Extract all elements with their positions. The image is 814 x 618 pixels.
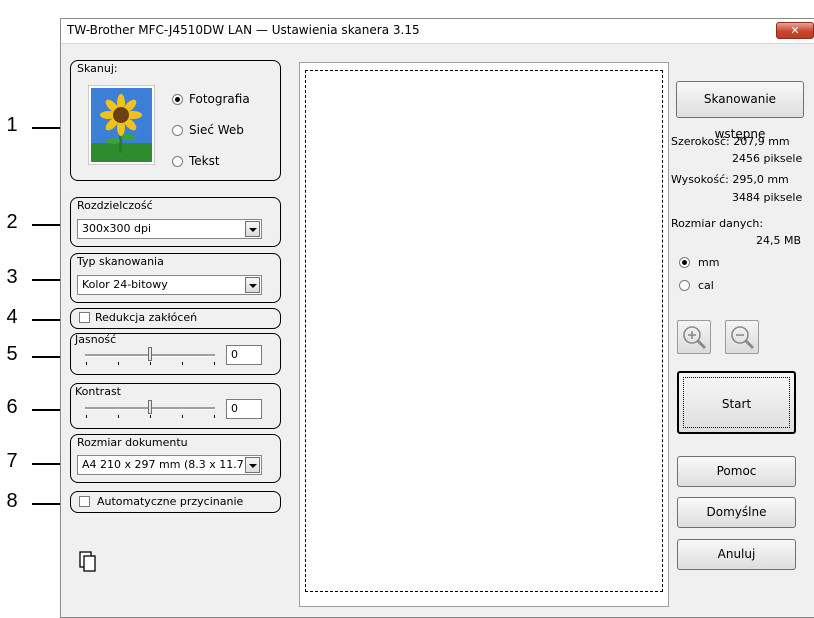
photo-scan-icon [88, 85, 155, 165]
unit-mm-label[interactable]: mm [698, 256, 719, 269]
radio-web[interactable] [172, 125, 183, 136]
contrast-value-input[interactable]: 0 [226, 399, 262, 419]
defaults-button[interactable]: Domyślne [677, 497, 796, 528]
contrast-tick [150, 415, 151, 418]
document-size-value: A4 210 x 297 mm (8.3 x 11.7 cali) [82, 458, 244, 471]
contrast-slider-thumb[interactable] [148, 400, 152, 414]
radio-photo-label[interactable]: Fotografia [189, 92, 250, 106]
scan-preview-area[interactable] [299, 62, 669, 607]
contrast-tick [118, 415, 119, 418]
zoom-out-button[interactable] [725, 320, 759, 354]
chevron-down-icon[interactable] [245, 457, 260, 473]
data-size-label: Rozmiar danych: [671, 217, 764, 230]
zoom-out-icon [731, 326, 755, 350]
callout-7: 7 [6, 450, 18, 472]
brightness-group: Jasność 0 [70, 333, 281, 375]
contrast-group: Kontrast 0 [70, 383, 281, 429]
scan-area-selection[interactable] [305, 70, 663, 592]
brightness-tick [182, 362, 183, 365]
callout-4: 4 [6, 306, 18, 328]
callout-3: 3 [6, 266, 18, 288]
height-pixels: 3484 piksele [732, 191, 803, 204]
scan-group-label: Skanuj: [77, 62, 118, 75]
radio-text[interactable] [172, 156, 183, 167]
scan-type-value: Kolor 24-bitowy [82, 278, 168, 291]
auto-crop-checkbox[interactable] [79, 496, 90, 507]
start-button[interactable]: Start [677, 371, 796, 434]
brightness-tick [86, 362, 87, 365]
unit-inch-label[interactable]: cal [698, 279, 714, 292]
auto-crop-label[interactable]: Automatyczne przycinanie [97, 495, 243, 508]
brightness-value: 0 [231, 348, 238, 361]
chevron-down-icon[interactable] [245, 221, 260, 237]
radio-web-label[interactable]: Sieć Web [189, 123, 244, 137]
radio-text-label[interactable]: Tekst [189, 154, 220, 168]
brightness-value-input[interactable]: 0 [226, 345, 262, 365]
scan-type-label: Typ skanowania [77, 255, 164, 268]
auto-crop-group: Automatyczne przycinanie [70, 491, 281, 513]
start-label: Start [721, 397, 752, 411]
callout-1: 1 [6, 114, 18, 136]
help-button[interactable]: Pomoc [677, 456, 796, 487]
noise-reduction-group: Redukcja zakłóceń [70, 308, 281, 329]
scan-type-group: Typ skanowania Kolor 24-bitowy [70, 253, 281, 303]
resolution-group: Rozdzielczość 300x300 dpi [70, 197, 281, 247]
height-info: Wysokość: 295,0 mm [671, 173, 789, 186]
contrast-tick [182, 415, 183, 418]
brightness-tick [150, 362, 151, 365]
chevron-down-icon[interactable] [245, 277, 260, 293]
contrast-tick [86, 415, 87, 418]
document-size-select[interactable]: A4 210 x 297 mm (8.3 x 11.7 cali) [77, 455, 262, 475]
noise-reduction-checkbox[interactable] [79, 312, 90, 323]
contrast-value: 0 [231, 402, 238, 415]
title-bar[interactable]: TW-Brother MFC-J4510DW LAN — Ustawienia … [61, 19, 814, 44]
data-size-value: 24,5 MB [756, 234, 802, 247]
zoom-in-button[interactable] [677, 320, 711, 354]
resolution-select[interactable]: 300x300 dpi [77, 219, 262, 239]
resolution-label: Rozdzielczość [77, 199, 153, 212]
scan-type-select[interactable]: Kolor 24-bitowy [77, 275, 262, 295]
callout-8: 8 [6, 490, 18, 512]
noise-reduction-label[interactable]: Redukcja zakłóceń [95, 311, 197, 324]
contrast-label: Kontrast [75, 385, 121, 398]
cancel-button[interactable]: Anuluj [677, 539, 796, 570]
brightness-slider-thumb[interactable] [148, 347, 152, 361]
document-size-label: Rozmiar dokumentu [77, 436, 188, 449]
radio-photo[interactable] [172, 94, 183, 105]
scan-group: Skanuj: Fotografia Sieć Web Tekst [70, 60, 281, 181]
callout-2: 2 [6, 211, 18, 233]
resolution-value: 300x300 dpi [82, 222, 152, 235]
document-size-group: Rozmiar dokumentu A4 210 x 297 mm (8.3 x… [70, 434, 281, 483]
unit-inch-radio[interactable] [679, 280, 690, 291]
brightness-tick [118, 362, 119, 365]
copy-pages-icon[interactable] [79, 551, 97, 573]
brightness-label: Jasność [75, 333, 117, 346]
close-button[interactable]: ✕ [776, 22, 814, 39]
unit-mm-radio[interactable] [679, 257, 690, 268]
contrast-tick [214, 415, 215, 418]
window-title: TW-Brother MFC-J4510DW LAN — Ustawienia … [67, 23, 420, 37]
brightness-tick [214, 362, 215, 365]
prescan-button[interactable]: Skanowanie wstępne [676, 81, 804, 141]
width-pixels: 2456 piksele [732, 152, 803, 165]
callout-5: 5 [6, 343, 18, 365]
callout-6: 6 [6, 396, 18, 418]
width-info: Szerokość: 207,9 mm [671, 135, 790, 148]
zoom-in-icon [683, 326, 707, 350]
